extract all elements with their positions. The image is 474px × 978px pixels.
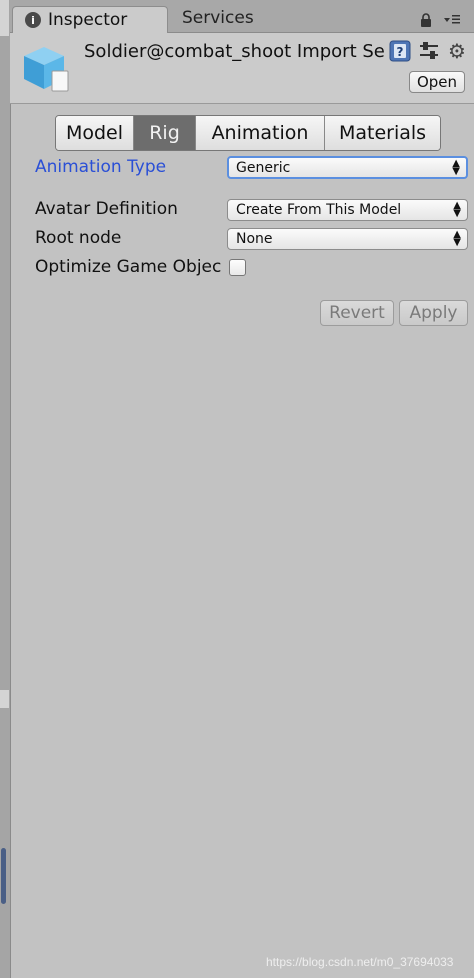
- svg-text:?: ?: [397, 45, 404, 59]
- avatar-definition-dropdown[interactable]: Create From This Model ▲ ▼: [227, 199, 468, 221]
- window-tab-bar: i Inspector Services: [10, 0, 474, 33]
- help-icon[interactable]: ?: [389, 40, 411, 66]
- open-button[interactable]: Open: [409, 71, 465, 93]
- inspector-header: Soldier@combat_shoot Import Se ? ⚙ Open: [10, 33, 474, 104]
- preset-icon[interactable]: [420, 42, 438, 66]
- tab-inspector[interactable]: i Inspector: [12, 6, 168, 33]
- tab-materials[interactable]: Materials: [325, 116, 440, 150]
- avatar-definition-label: Avatar Definition: [35, 199, 178, 219]
- tab-rig[interactable]: Rig: [134, 116, 196, 150]
- optimize-game-objects-label: Optimize Game Objec: [35, 257, 222, 277]
- left-panel-segment: [0, 0, 9, 36]
- info-icon: i: [25, 12, 41, 28]
- avatar-definition-value: Create From This Model: [236, 202, 402, 218]
- cube-asset-icon: [22, 43, 72, 97]
- apply-button[interactable]: Apply: [399, 300, 468, 326]
- tab-menu-icon[interactable]: [444, 13, 460, 28]
- animation-type-dropdown[interactable]: Generic ▲ ▼: [227, 156, 468, 179]
- tab-services[interactable]: Services: [182, 8, 254, 28]
- root-node-dropdown[interactable]: None ▲ ▼: [227, 228, 468, 250]
- revert-button[interactable]: Revert: [320, 300, 394, 326]
- dropdown-arrow-icon: ▲ ▼: [453, 229, 461, 248]
- animation-type-value: Generic: [236, 159, 291, 176]
- lock-icon[interactable]: [420, 12, 432, 31]
- asset-title: Soldier@combat_shoot Import Se: [84, 41, 385, 62]
- left-panel-scroll-handle[interactable]: [1, 848, 6, 904]
- dropdown-arrow-icon: ▲ ▼: [452, 158, 460, 177]
- left-panel-segment: [0, 690, 9, 708]
- animation-type-label: Animation Type: [35, 157, 167, 177]
- watermark-text: https://blog.csdn.net/m0_37694033: [266, 955, 454, 969]
- tab-animation[interactable]: Animation: [196, 116, 325, 150]
- gear-icon[interactable]: ⚙: [448, 39, 466, 63]
- tab-model[interactable]: Model: [56, 116, 134, 150]
- dropdown-arrow-icon: ▲ ▼: [453, 200, 461, 219]
- root-node-label: Root node: [35, 228, 122, 248]
- tab-inspector-label: Inspector: [48, 10, 128, 30]
- optimize-game-objects-checkbox[interactable]: [229, 259, 246, 276]
- left-panel-edge: [0, 0, 11, 978]
- root-node-value: None: [236, 231, 273, 247]
- import-settings-tabs: Model Rig Animation Materials: [55, 115, 441, 151]
